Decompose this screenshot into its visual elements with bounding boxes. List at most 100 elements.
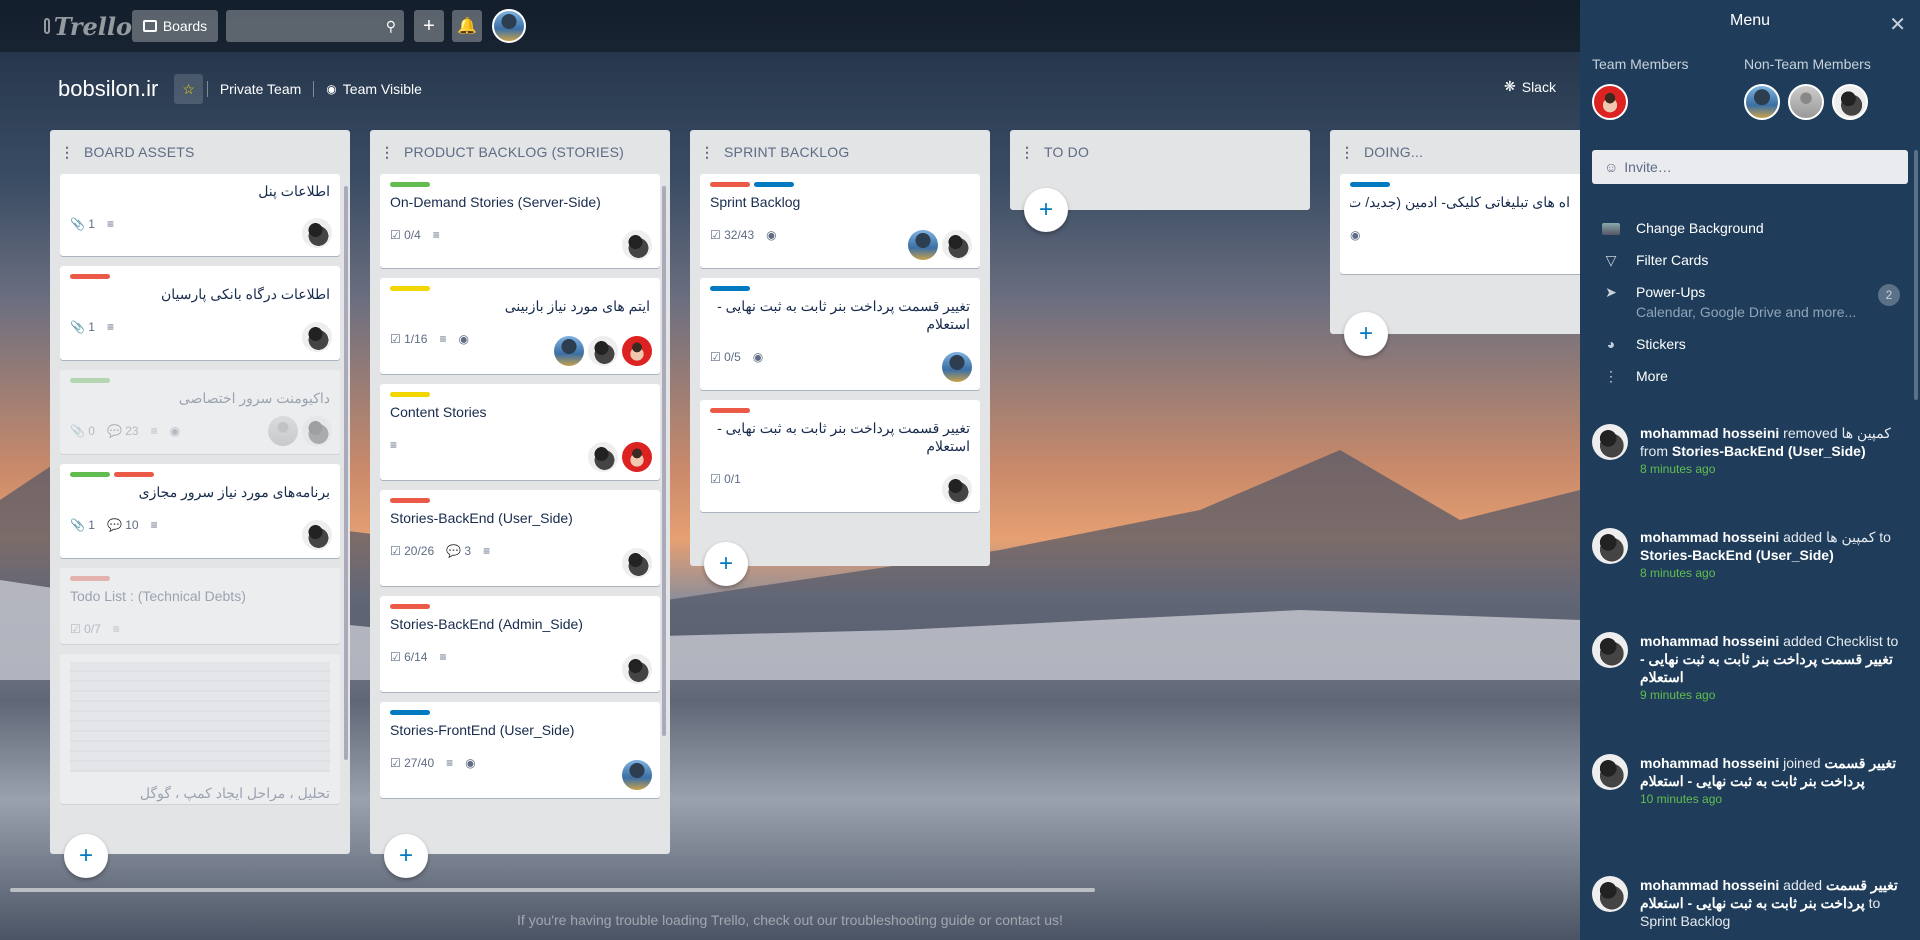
list-scrollbar[interactable] xyxy=(662,186,666,736)
member-avatar[interactable] xyxy=(1744,84,1780,120)
member-avatar[interactable] xyxy=(268,416,298,446)
search-icon: ⚲ xyxy=(385,17,396,34)
member-avatar[interactable] xyxy=(302,520,332,550)
label-blue xyxy=(754,182,794,187)
description-icon: ≡ xyxy=(439,650,447,664)
list-card[interactable]: Todo List : (Technical Debts) ☑ 0/7 ≡ xyxy=(60,568,340,644)
member-avatar[interactable] xyxy=(622,760,652,790)
list-card[interactable]: ایتم های مورد نیاز بازبینی ☑ 1/16 ≡ ◉ xyxy=(380,278,660,374)
comment-icon: 💬 3 xyxy=(446,544,472,558)
description-icon: ≡ xyxy=(106,320,114,334)
member-avatar[interactable] xyxy=(942,352,972,382)
member-avatar[interactable] xyxy=(622,442,652,472)
trello-logo[interactable]: Trello xyxy=(44,12,132,41)
activity-avatar[interactable] xyxy=(1592,528,1628,564)
label-red xyxy=(710,408,750,413)
list-card[interactable]: Stories-BackEnd (User_Side) ☑ 20/26 💬 3 ≡ xyxy=(380,490,660,586)
drag-handle-icon[interactable]: ⋮ xyxy=(60,144,74,161)
plus-icon: + xyxy=(1038,196,1053,223)
label-red xyxy=(114,472,154,477)
search-input[interactable]: ⚲ xyxy=(226,10,404,42)
list-header[interactable]: ⋮ BOARD ASSETS xyxy=(50,130,350,174)
boards-button[interactable]: Boards xyxy=(132,10,218,42)
member-avatar[interactable] xyxy=(1788,84,1824,120)
member-avatar[interactable] xyxy=(1592,84,1628,120)
list-card[interactable]: اه های تبلیغاتی کلیکی- ادمین (جدید/ ت/وی… xyxy=(1340,174,1580,274)
member-avatar[interactable] xyxy=(622,548,652,578)
stickers-item[interactable]: ◕ Stickers xyxy=(1602,336,1686,352)
watch-icon: ◉ xyxy=(766,228,777,242)
attachment-icon: 📎 1 xyxy=(70,217,95,231)
activity-avatar[interactable] xyxy=(1592,876,1628,912)
label-yellow xyxy=(390,286,430,291)
list-scrollbar[interactable] xyxy=(344,186,348,760)
checklist-icon: ☑ 20/26 xyxy=(390,544,435,558)
drag-handle-icon[interactable]: ⋮ xyxy=(700,144,714,161)
member-avatar[interactable] xyxy=(622,654,652,684)
list-card[interactable]: Stories-FrontEnd (User_Side) ☑ 27/40 ≡ ◉ xyxy=(380,702,660,798)
list-card[interactable]: تحلیل ، مراحل ایجاد کمپ ، گوگل xyxy=(60,654,340,804)
power-ups-item[interactable]: ➤ Power-Ups Calendar, Google Drive and mor… xyxy=(1602,284,1856,320)
member-avatar[interactable] xyxy=(908,230,938,260)
watch-icon: ◉ xyxy=(752,350,764,364)
member-avatar[interactable] xyxy=(622,230,652,260)
list-card[interactable]: اطلاعات پنل 📎 1 ≡ xyxy=(60,174,340,256)
list-header[interactable]: ⋮ SPRINT BACKLOG xyxy=(690,130,990,174)
member-avatar[interactable] xyxy=(302,218,332,248)
list-card[interactable]: تغییر قسمت پرداخت بنر ثابت به ثبت نهایی … xyxy=(700,400,980,512)
horizontal-scrollbar[interactable] xyxy=(10,888,1095,892)
member-avatar[interactable] xyxy=(622,336,652,366)
member-avatar[interactable] xyxy=(942,230,972,260)
slack-button[interactable]: ❋ Slack xyxy=(1504,78,1556,95)
list-card[interactable]: اطلاعات درگاه بانکی پارسیان 📎 1 ≡ xyxy=(60,266,340,360)
add-card-button[interactable]: + xyxy=(1024,188,1068,232)
list-card[interactable]: Stories-BackEnd (Admin_Side) ☑ 6/14 ≡ xyxy=(380,596,660,692)
change-background-item[interactable]: Change Background xyxy=(1602,220,1764,236)
description-icon: ≡ xyxy=(483,544,491,558)
member-avatar[interactable] xyxy=(302,416,332,446)
activity-avatar[interactable] xyxy=(1592,754,1628,790)
notifications-button[interactable]: 🔔 xyxy=(452,10,482,42)
close-icon[interactable]: ✕ xyxy=(1889,12,1906,37)
list-card[interactable]: Sprint Backlog ☑ 32/43 ◉ xyxy=(700,174,980,268)
member-avatar[interactable] xyxy=(942,474,972,504)
add-card-button[interactable]: + xyxy=(1344,312,1388,356)
add-card-button[interactable]: + xyxy=(64,834,108,878)
member-avatar[interactable] xyxy=(302,322,332,352)
list-card[interactable]: On-Demand Stories (Server-Side) ☑ 0/4 ≡ xyxy=(380,174,660,268)
visibility-button[interactable]: ◉ Team Visible xyxy=(318,74,430,104)
list-header[interactable]: ⋮ PRODUCT BACKLOG (STORIES) xyxy=(370,130,670,174)
member-avatar[interactable] xyxy=(588,336,618,366)
member-avatar[interactable] xyxy=(588,442,618,472)
star-icon[interactable]: ☆ xyxy=(174,74,203,104)
description-icon: ≡ xyxy=(112,622,120,636)
add-card-button[interactable]: + xyxy=(704,542,748,586)
list-header[interactable]: ⋮ TO DO xyxy=(1010,130,1310,174)
list-header[interactable]: ⋮ DOING... xyxy=(1330,130,1580,174)
activity-avatar[interactable] xyxy=(1592,424,1628,460)
list-card[interactable]: برنامه‌های مورد نیاز سرور مجازی 📎 1 💬 10 ≡ xyxy=(60,464,340,558)
drag-handle-icon[interactable]: ⋮ xyxy=(1340,144,1354,161)
more-item[interactable]: ⋮ More xyxy=(1602,368,1668,385)
trouble-loading-message: If you're having trouble loading Trello,… xyxy=(517,912,1063,928)
add-button[interactable]: + xyxy=(414,10,444,42)
team-button[interactable]: Private Team xyxy=(212,74,309,104)
drag-handle-icon[interactable]: ⋮ xyxy=(1020,144,1034,161)
list-card[interactable]: داکیومنت سرور اختصاصی 📎 0 💬 23 ≡ ◉ xyxy=(60,370,340,454)
activity-avatar[interactable] xyxy=(1592,632,1628,668)
invite-input[interactable]: ☺ Invite… xyxy=(1592,150,1908,184)
add-card-button[interactable]: + xyxy=(384,834,428,878)
non-team-members-section: Non-Team Members xyxy=(1744,56,1871,120)
menu-scrollbar[interactable] xyxy=(1914,150,1918,400)
list-card[interactable]: تغییر قسمت پرداخت بنر ثابت به ثبت نهایی … xyxy=(700,278,980,390)
activity-item: mohammad hosseini added کمپین ها to Stor… xyxy=(1592,528,1908,580)
user-avatar[interactable] xyxy=(492,9,526,43)
board-title[interactable]: bobsilon.ir xyxy=(58,76,158,102)
member-avatar[interactable] xyxy=(554,336,584,366)
filter-cards-item[interactable]: ▽ Filter Cards xyxy=(1602,252,1709,269)
list-card[interactable]: Content Stories ≡ xyxy=(380,384,660,480)
plus-icon: + xyxy=(1358,320,1373,347)
checklist-icon: ☑ 0/4 xyxy=(390,228,421,242)
drag-handle-icon[interactable]: ⋮ xyxy=(380,144,394,161)
member-avatar[interactable] xyxy=(1832,84,1868,120)
